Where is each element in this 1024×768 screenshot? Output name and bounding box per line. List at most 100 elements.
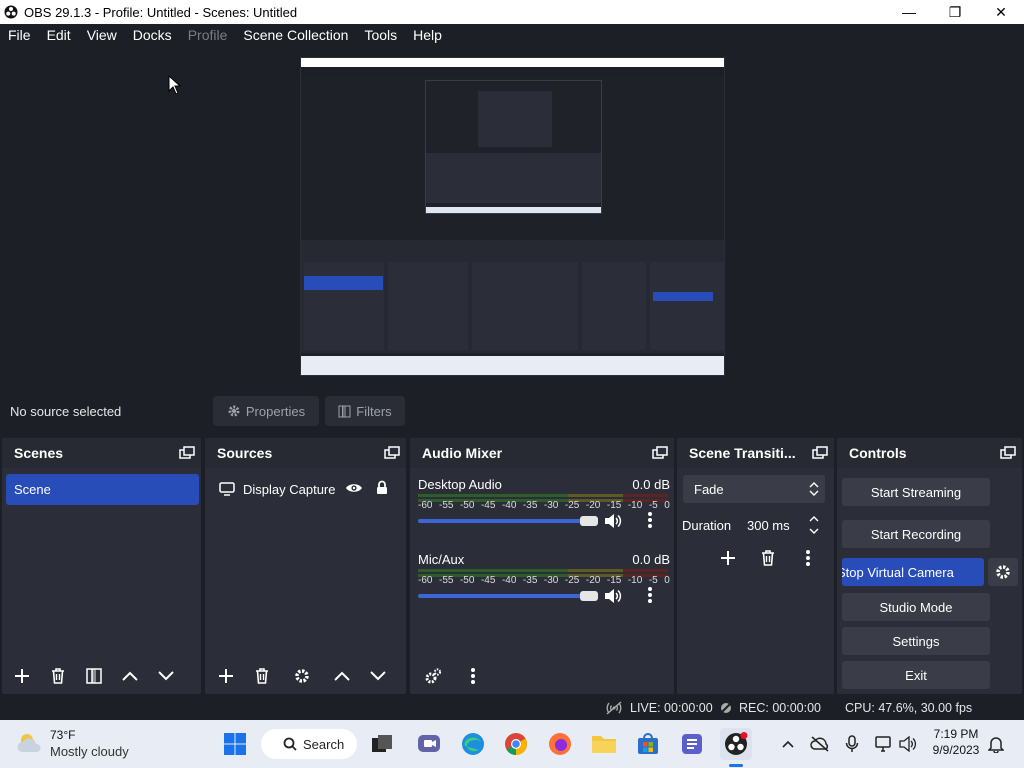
more-options-icon (805, 549, 811, 567)
obs-taskbar-app[interactable] (720, 728, 752, 760)
move-scene-down-button[interactable] (151, 662, 181, 690)
mouse-cursor-icon (168, 75, 182, 95)
windows-taskbar: 73°F Mostly cloudy Search 7:19 PM 9/9/20… (0, 720, 1024, 768)
transition-properties-button[interactable] (793, 544, 823, 572)
task-view-icon (371, 734, 393, 754)
meter-ticks: -60 -55 -50 -45 -40 -35 -30 -25 -20 -15 -10 -5 0 (418, 500, 670, 512)
program-preview[interactable] (300, 57, 725, 376)
start-streaming-button[interactable]: Start Streaming (842, 478, 990, 506)
menu-edit[interactable]: Edit (39, 27, 79, 43)
more-options-icon[interactable] (647, 511, 653, 529)
mixer-menu-button[interactable] (458, 662, 488, 690)
firefox-app[interactable] (544, 728, 576, 760)
edge-app[interactable] (457, 728, 489, 760)
duration-spinbox[interactable]: 300 ms (737, 511, 825, 539)
start-recording-button[interactable]: Start Recording (842, 520, 990, 548)
task-view-app[interactable] (366, 728, 398, 760)
more-options-icon[interactable] (647, 586, 653, 604)
volume-slider-handle[interactable] (580, 516, 598, 526)
maximize-button[interactable]: ❐ (932, 0, 978, 24)
start-recording-label: Start Recording (870, 526, 962, 542)
volume-slider-handle[interactable] (580, 591, 598, 601)
remove-scene-button[interactable] (43, 662, 73, 690)
add-source-button[interactable] (211, 662, 241, 690)
move-source-down-button[interactable] (363, 662, 393, 690)
source-properties-button[interactable] (287, 662, 317, 690)
remove-source-button[interactable] (247, 662, 277, 690)
volume-slider[interactable] (418, 519, 590, 523)
taskbar-search[interactable]: Search (261, 729, 357, 759)
taskbar-clock[interactable]: 7:19 PM 9/9/2023 (926, 727, 986, 761)
close-button[interactable]: ✕ (978, 0, 1024, 24)
undock-icon[interactable] (812, 446, 828, 460)
properties-label: Properties (245, 403, 306, 419)
notes-app[interactable] (676, 728, 708, 760)
advanced-audio-properties-button[interactable] (418, 662, 448, 690)
move-source-up-button[interactable] (327, 662, 357, 690)
menu-file[interactable]: File (0, 27, 39, 43)
network-icon (873, 736, 893, 752)
cpu-fps: CPU: 47.6%, 30.00 fps (845, 701, 973, 715)
file-explorer-app[interactable] (588, 728, 620, 760)
tick-label: -35 (522, 575, 538, 586)
tray-mic-button[interactable] (842, 734, 862, 754)
tray-volume-button[interactable] (898, 734, 918, 754)
undock-icon[interactable] (652, 446, 668, 460)
undock-icon[interactable] (384, 446, 400, 460)
windows-logo-icon (223, 732, 247, 756)
notifications-button[interactable] (986, 734, 1006, 754)
store-app[interactable] (632, 728, 664, 760)
add-transition-button[interactable] (713, 544, 743, 572)
status-bar: LIVE: 00:00:00 REC: 00:00:00 CPU: 47.6%,… (0, 697, 1024, 720)
undock-icon[interactable] (179, 446, 195, 460)
tick-label: -15 (606, 575, 622, 586)
stop-virtual-camera-button[interactable]: Stop Virtual Camera (842, 558, 984, 586)
tray-overflow-button[interactable] (778, 734, 798, 754)
scene-filters-button[interactable] (79, 662, 109, 690)
source-toolbar: No source selected Properties Filters (0, 390, 1024, 434)
more-options-icon (470, 667, 476, 685)
remove-transition-button[interactable] (753, 544, 783, 572)
menu-docks[interactable]: Docks (125, 27, 180, 43)
gear-icon (294, 668, 310, 684)
transition-select[interactable]: Fade (683, 475, 825, 503)
monitor-icon (219, 482, 235, 496)
sources-dock-header: Sources (205, 438, 406, 468)
menu-profile[interactable]: Profile (180, 27, 236, 43)
preview-area[interactable] (0, 46, 1024, 390)
speaker-icon[interactable] (604, 588, 622, 604)
speaker-icon[interactable] (604, 513, 622, 529)
menu-tools[interactable]: Tools (356, 27, 405, 43)
filters-button[interactable]: Filters (325, 396, 405, 426)
exit-button[interactable]: Exit (842, 661, 990, 689)
weather-widget[interactable]: 73°F Mostly cloudy (16, 728, 156, 760)
volume-slider[interactable] (418, 594, 590, 598)
add-scene-button[interactable] (7, 662, 37, 690)
undock-icon[interactable] (1000, 446, 1016, 460)
menu-view[interactable]: View (79, 27, 125, 43)
tray-cloud-button[interactable] (810, 734, 830, 754)
source-list-item[interactable]: Display Capture (219, 478, 399, 500)
spin-arrows-icon[interactable] (809, 515, 819, 535)
chrome-app[interactable] (500, 728, 532, 760)
lock-icon[interactable] (376, 480, 388, 495)
microphone-icon (845, 735, 859, 753)
start-button[interactable] (219, 728, 251, 760)
eye-icon[interactable] (345, 482, 363, 494)
teams-app[interactable] (413, 728, 445, 760)
virtual-camera-settings-button[interactable] (988, 558, 1018, 586)
tray-network-button[interactable] (873, 734, 893, 754)
settings-button[interactable]: Settings (842, 627, 990, 655)
studio-mode-button[interactable]: Studio Mode (842, 593, 990, 621)
chrome-browser-icon (504, 732, 528, 756)
broadcast-off-icon (604, 701, 624, 715)
menu-help[interactable]: Help (405, 27, 450, 43)
menu-scene-collection[interactable]: Scene Collection (235, 27, 356, 43)
plus-icon (720, 550, 736, 566)
move-scene-up-button[interactable] (115, 662, 145, 690)
minimize-button[interactable]: — (886, 0, 932, 24)
properties-button[interactable]: Properties (213, 396, 319, 426)
scene-list-item[interactable]: Scene (6, 474, 199, 505)
channel-db: 0.0 dB (632, 552, 670, 567)
taskbar-search-label: Search (303, 736, 345, 752)
